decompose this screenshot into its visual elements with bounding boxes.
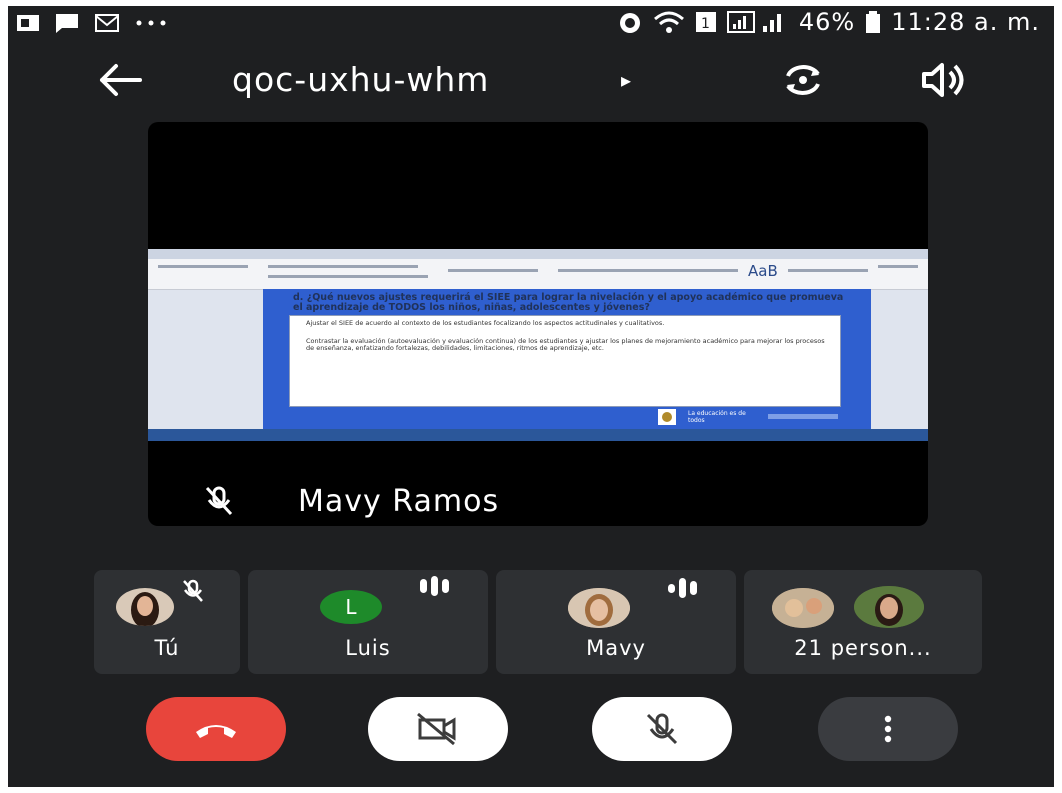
more-dots-icon [136,20,166,26]
microphone-toggle-button[interactable] [592,697,732,761]
speaker-icon[interactable] [920,60,966,100]
crest-icon [658,409,676,425]
word-title-bar [148,249,928,259]
sim-icon: 1 [695,12,716,32]
document-footer-logo: La educación es de todos [658,409,850,425]
end-call-button[interactable] [146,697,286,761]
presenter-stage[interactable]: AaB d. ¿Qué nuevos ajustes requerirá el … [148,122,928,526]
call-header: qoc-uxhu-whm ▸ [8,46,1054,116]
battery-percent: 46% [798,8,856,36]
notification-icons [16,12,168,34]
speaking-indicator-icon [668,578,697,598]
camera-off-icon [417,712,456,746]
avatar [854,586,924,628]
footer-text: La educación es de todos [688,410,746,424]
message-icon [56,14,78,33]
phone-hangup-icon [196,725,236,738]
footer-ministry-mark [768,414,838,419]
svg-text:1: 1 [701,16,711,32]
document-answer-box: Ajustar el SIEE de acuerdo al contexto d… [289,315,841,407]
document-answer-line-2: Contrastar la evaluación (autoevaluación… [306,337,825,352]
camera-toggle-button[interactable] [368,697,508,761]
app-icon [17,15,39,31]
more-vertical-icon [884,715,892,743]
alarm-icon [619,13,640,33]
participant-tile-luis[interactable]: L Luis [248,570,488,674]
document-page: d. ¿Qué nuevos ajustes requerirá el SIEE… [263,289,871,429]
speaking-indicator-icon [420,576,449,596]
mic-off-icon [646,713,678,745]
participant-label: Mavy [586,636,646,660]
wifi-icon [653,11,684,33]
avatar [116,588,174,626]
meeting-info-caret-icon[interactable]: ▸ [621,68,631,92]
participant-label: Tú [154,636,180,660]
more-options-button[interactable] [818,697,958,761]
avatar [772,588,834,628]
avatar: L [320,590,382,624]
shared-screen: AaB d. ¿Qué nuevos ajustes requerirá el … [148,249,928,441]
word-status-bar [148,429,928,441]
status-bar: 1 46% 11:28 a. m. [8,6,1054,40]
ribbon-style-sample: AaB [748,262,778,280]
participant-label: 21 person... [794,636,932,660]
document-question: d. ¿Qué nuevos ajustes requerirá el SIEE… [293,292,844,313]
presenter-name: Mavy Ramos [298,484,500,519]
back-arrow-icon[interactable] [94,58,144,102]
system-status: 1 46% 11:28 a. m. [617,8,1040,36]
signal-icon [726,11,781,33]
battery-icon [866,11,881,33]
meet-call-screen: 1 46% 11:28 a. m. qoc-uxhu-whm ▸ AaB d. … [8,6,1054,787]
mic-muted-icon [183,579,203,602]
gmail-icon [95,14,119,32]
participant-tile-others[interactable]: 21 person... [744,570,982,674]
participant-label: Luis [345,636,391,660]
document-answer-line-1: Ajustar el SIEE de acuerdo al contexto d… [306,319,665,327]
participant-tile-mavy[interactable]: Mavy [496,570,736,674]
mic-muted-icon [205,486,233,516]
switch-camera-icon[interactable] [780,60,826,100]
word-ribbon: AaB [148,259,928,290]
clock: 11:28 a. m. [891,8,1040,36]
avatar [568,588,630,628]
participant-tile-self[interactable]: Tú [94,570,240,674]
meeting-code[interactable]: qoc-uxhu-whm [232,60,489,99]
